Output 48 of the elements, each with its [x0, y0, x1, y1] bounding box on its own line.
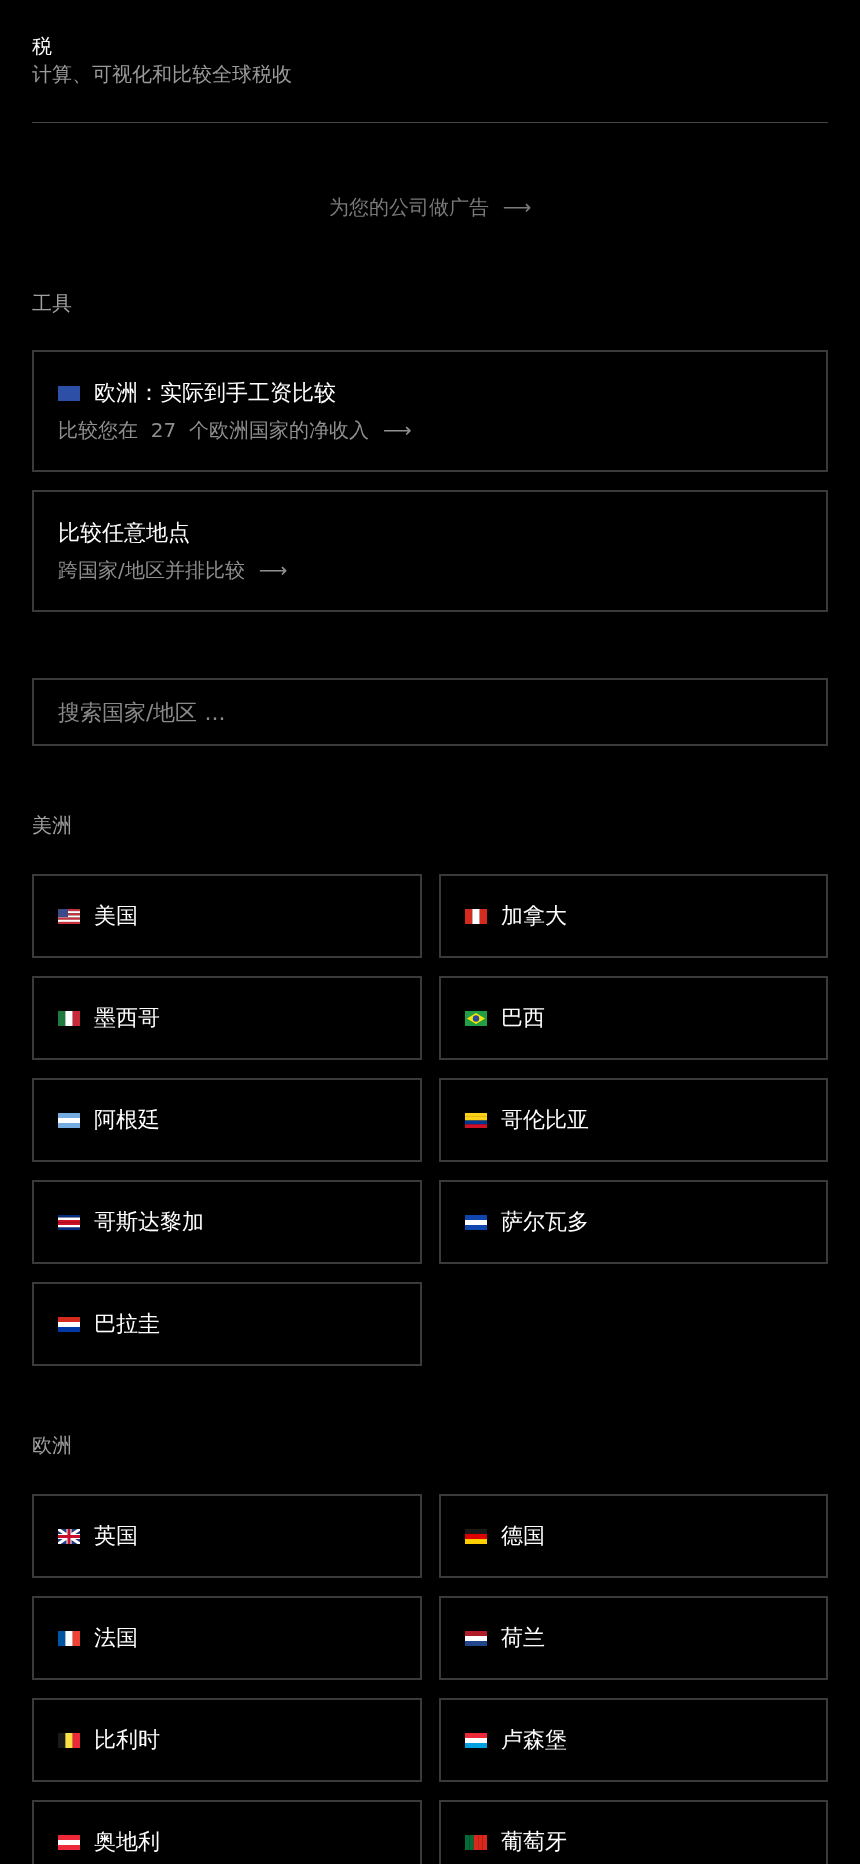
flag-icon: [58, 1214, 80, 1230]
flag-icon: [58, 1316, 80, 1332]
flag-icon: [58, 1630, 80, 1646]
tool-card[interactable]: 欧洲：实际到手工资比较 比较您在 27 个欧洲国家的净收入 ⟶: [32, 350, 828, 472]
flag-icon: [464, 1834, 487, 1850]
flag-icon: [464, 1112, 487, 1128]
country-button[interactable]: 卢森堡: [438, 1698, 828, 1782]
card-title: 欧洲：实际到手工资比较: [94, 379, 336, 407]
country-button[interactable]: 比利时: [32, 1698, 422, 1782]
flag-icon: [58, 385, 80, 401]
flag-icon: [58, 1112, 80, 1128]
country-button[interactable]: 法国: [32, 1596, 422, 1680]
flag-icon: [464, 1528, 487, 1544]
country-button[interactable]: 墨西哥: [32, 976, 422, 1060]
site-title: 税: [32, 33, 53, 60]
country-button[interactable]: 荷兰: [438, 1596, 828, 1680]
country-button[interactable]: 哥伦比亚: [438, 1078, 828, 1162]
tool-card[interactable]: 比较任意地点 跨国家/地区并排比较 ⟶: [32, 490, 828, 612]
flag-icon: [464, 908, 487, 924]
region-heading: 美洲: [32, 812, 73, 839]
country-button[interactable]: 萨尔瓦多: [438, 1180, 828, 1264]
flag-icon: [464, 1732, 487, 1748]
flag-icon: [464, 1630, 487, 1646]
country-button[interactable]: 美国: [32, 874, 422, 958]
search-field[interactable]: 搜索国家/地区 ...: [32, 678, 828, 746]
country-button[interactable]: 哥斯达黎加: [32, 1180, 422, 1264]
flag-icon: [464, 1214, 487, 1230]
country-button[interactable]: 葡萄牙: [438, 1800, 828, 1864]
card-subtitle: 比较您在 27 个欧洲国家的净收入 ⟶: [58, 417, 413, 444]
site-subtitle: 计算、可视化和比较全球税收: [32, 61, 293, 88]
flag-icon: [58, 1528, 80, 1544]
country-button[interactable]: 英国: [32, 1494, 422, 1578]
advertise-link[interactable]: 为您的公司做广告 ⟶: [328, 193, 532, 221]
country-button[interactable]: 巴拉圭: [32, 1282, 422, 1366]
flag-icon: [58, 1834, 80, 1850]
country-button[interactable]: 巴西: [438, 976, 828, 1060]
country-button[interactable]: 阿根廷: [32, 1078, 422, 1162]
flag-icon: [58, 1732, 80, 1748]
section-heading: 工具: [32, 290, 73, 317]
region-heading: 欧洲: [32, 1432, 73, 1459]
card-subtitle: 跨国家/地区并排比较 ⟶: [58, 557, 289, 584]
card-title: 比较任意地点: [58, 519, 190, 547]
flag-icon: [464, 1010, 487, 1026]
country-button[interactable]: 加拿大: [438, 874, 828, 958]
country-button[interactable]: 德国: [438, 1494, 828, 1578]
country-button[interactable]: 奥地利: [32, 1800, 422, 1864]
flag-icon: [58, 908, 80, 924]
flag-icon: [58, 1010, 80, 1026]
